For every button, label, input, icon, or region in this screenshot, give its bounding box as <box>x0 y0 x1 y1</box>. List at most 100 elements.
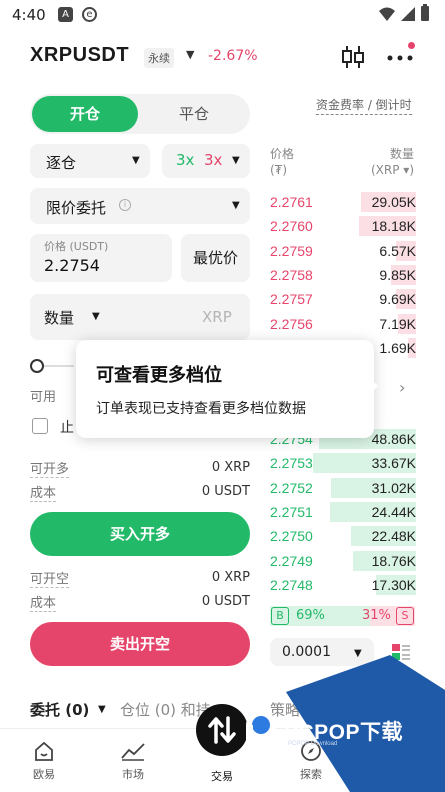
bid-row[interactable]: 2.2753 33.67K <box>262 452 416 474</box>
sell-open-short-button[interactable]: 卖出开空 <box>30 622 250 666</box>
ask-row[interactable]: 2.2756 7.19K <box>262 313 416 335</box>
ask-qty: 29.05K <box>371 194 416 210</box>
nav-item-trade[interactable]: 交易 <box>192 768 252 784</box>
ask-qty: 7.19K <box>379 315 416 332</box>
amount-slider-handle[interactable] <box>30 359 44 373</box>
battery-icon <box>421 4 429 21</box>
bid-qty: 31.02K <box>371 479 416 496</box>
ask-row[interactable]: 2.2761 29.05K <box>262 191 416 213</box>
tp-sl-checkbox[interactable] <box>32 418 48 434</box>
chevron-down-icon: ▼ <box>132 155 140 166</box>
ask-row[interactable]: 2.2760 18.18K <box>262 215 416 237</box>
cost-long-value: 0 USDT <box>201 484 250 499</box>
bid-row[interactable]: 2.2748 17.30K <box>262 574 416 596</box>
signal-icon <box>401 7 415 21</box>
funding-rate-link[interactable]: 资金费率 / 倒计时 <box>316 96 412 115</box>
orderbook-qty-header-unit[interactable]: (XRP ▾) <box>360 162 414 178</box>
bid-row[interactable]: 2.2752 31.02K <box>262 477 416 499</box>
chevron-down-icon: ▼ <box>232 200 240 211</box>
tab-open-position[interactable]: 开仓 <box>32 96 138 132</box>
bid-price: 2.2751 <box>270 503 313 520</box>
tab-close-position[interactable]: 平仓 <box>140 96 248 132</box>
nav-label-market: 市场 <box>122 768 144 781</box>
best-price-button[interactable]: 最优价 <box>181 234 250 282</box>
ask-row[interactable]: 2.2758 9.85K <box>262 264 416 286</box>
ask-qty: 9.69K <box>379 291 416 308</box>
notification-dot <box>408 42 415 49</box>
ratio-sell-badge: S <box>396 607 414 625</box>
tab-orders[interactable]: 委托 (0) <box>30 699 89 720</box>
tooltip-title: 可查看更多档位 <box>96 365 222 386</box>
precision-value: 0.0001 <box>282 644 331 660</box>
ask-price: 2.2756 <box>270 315 313 332</box>
trade-fab-button[interactable] <box>196 704 248 756</box>
bid-price: 2.2749 <box>270 552 313 569</box>
chevron-down-icon: ▼ <box>354 648 362 659</box>
orderbook-layout-icon[interactable] <box>392 644 410 660</box>
max-short-label: 可开空 <box>30 568 70 588</box>
swap-arrows-icon <box>208 716 236 744</box>
price-change: -2.67% <box>208 48 258 64</box>
cost-short-value: 0 USDT <box>201 594 250 609</box>
available-label: 可用 <box>30 390 57 405</box>
ask-row[interactable]: 2.2759 6.57K <box>262 240 416 262</box>
ratio-buy-badge: B <box>271 607 289 625</box>
ask-qty: 6.57K <box>379 242 416 259</box>
bid-qty: 24.44K <box>371 503 416 520</box>
amount-slider-track[interactable] <box>44 365 74 367</box>
ask-qty: 18.18K <box>371 218 416 235</box>
ask-price: 2.2757 <box>270 291 313 308</box>
ask-price: 2.2761 <box>270 194 313 210</box>
ratio-buy-percent: 69% <box>296 608 325 623</box>
pair-dropdown-icon[interactable]: ▼ <box>186 48 194 61</box>
market-chart-icon <box>121 743 145 761</box>
quantity-label[interactable]: 数量 <box>44 307 74 328</box>
buy-open-long-button[interactable]: 买入开多 <box>30 512 250 556</box>
leverage-short: 3x <box>204 151 223 169</box>
bid-row[interactable]: 2.2749 18.76K <box>262 550 416 572</box>
bid-qty: 48.86K <box>371 431 416 447</box>
browser-icon: e <box>82 7 97 22</box>
ask-qty: 1.69K <box>379 339 416 356</box>
orderbook-qty-header-label: 数量 <box>389 147 414 161</box>
orderbook-price-header: 价格 (₮) <box>270 146 294 178</box>
price-input-value[interactable]: 2.2754 <box>44 256 100 275</box>
orderbook-price-header-label: 价格 <box>270 147 295 161</box>
order-type-value: 限价委托 <box>46 199 107 217</box>
nav-item-market[interactable]: 市场 <box>103 740 163 782</box>
max-long-label: 可开多 <box>30 458 70 478</box>
bid-price: 2.2748 <box>270 576 313 593</box>
ask-row[interactable]: 2.2757 9.69K <box>262 288 416 310</box>
chevron-down-icon[interactable]: ▼ <box>98 704 106 715</box>
nav-label-trade: 交易 <box>211 770 233 783</box>
watermark-subtext: PCPOP Download <box>288 741 338 747</box>
status-time: 4:40 <box>12 6 46 24</box>
candlestick-chart-icon[interactable] <box>340 44 366 70</box>
pair-title[interactable]: XRPUSDT <box>30 44 129 67</box>
watermark-logo <box>246 710 276 744</box>
tp-sl-label: 止 <box>60 420 74 436</box>
buy-sell-ratio-bar <box>270 606 415 626</box>
cost-short-label: 成本 <box>30 592 57 612</box>
tooltip-body: 订单表现已支持查看更多档位数据 <box>96 401 306 417</box>
ask-price: 2.2760 <box>270 218 313 235</box>
bid-row[interactable]: 2.2750 22.48K <box>262 525 416 547</box>
bid-qty: 18.76K <box>371 552 416 569</box>
perpetual-badge: 永续 <box>144 48 174 68</box>
quantity-unit: XRP <box>202 308 232 326</box>
max-short-value: 0 XRP <box>211 570 250 585</box>
bid-price: 2.2752 <box>270 479 313 496</box>
nav-item-home[interactable]: 欧易 <box>14 740 74 782</box>
ask-qty: 9.85K <box>379 266 416 283</box>
max-long-value: 0 XRP <box>211 460 250 475</box>
orderbook-qty-header[interactable]: 数量 (XRP ▾) <box>360 146 414 178</box>
info-icon[interactable]: i <box>119 199 131 211</box>
chevron-right-icon[interactable]: › <box>399 378 405 397</box>
leverage-long: 3x <box>176 151 195 169</box>
orderbook-tooltip[interactable] <box>76 340 374 438</box>
chevron-down-icon: ▼ <box>92 311 100 322</box>
margin-mode-value: 逐仓 <box>46 154 77 172</box>
price-input-label: 价格 (USDT) <box>44 240 109 253</box>
chevron-down-icon: ▼ <box>232 155 240 166</box>
bid-row[interactable]: 2.2751 24.44K <box>262 501 416 523</box>
